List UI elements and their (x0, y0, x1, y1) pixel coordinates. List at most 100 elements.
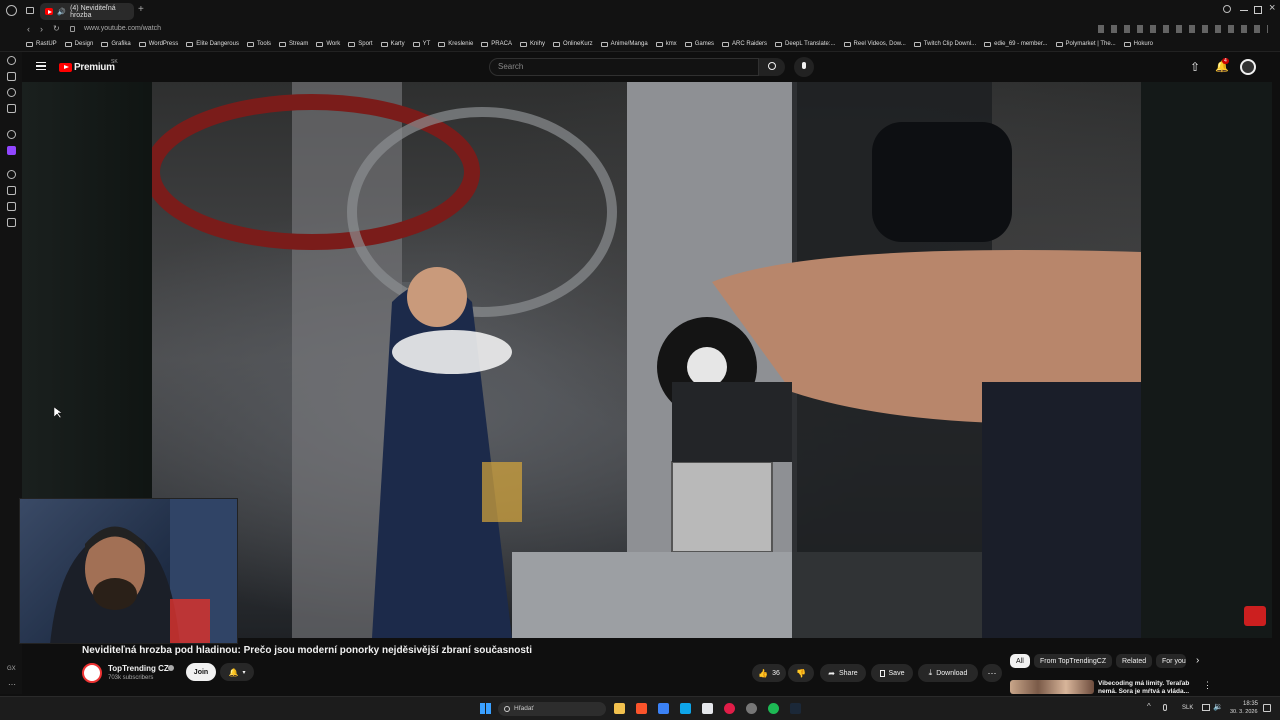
account-avatar[interactable] (1240, 59, 1256, 75)
more-icon[interactable]: ⋯ (8, 680, 16, 689)
app-icon-azure[interactable] (680, 703, 691, 714)
subscribe-watermark-icon[interactable] (1244, 606, 1266, 626)
bookmark-item[interactable]: Design (64, 41, 93, 47)
bookmark-item[interactable]: Tools (246, 41, 271, 47)
bookmark-item[interactable]: Hokuro (1123, 41, 1153, 47)
browser-tab-active[interactable]: 🔊 (4) Neviditeľná hrozba (40, 3, 134, 20)
box-icon[interactable] (7, 218, 16, 227)
map-icon[interactable] (7, 186, 16, 195)
volume-icon[interactable]: 🔉 (1213, 702, 1223, 711)
bookmark-item[interactable]: DeepL Translate:... (775, 41, 836, 47)
dislike-button[interactable]: 👎 (788, 664, 814, 682)
bookmark-item[interactable]: Games (684, 41, 714, 47)
close-window-button[interactable]: × (1269, 2, 1275, 14)
chatgpt-icon[interactable] (746, 703, 757, 714)
file-explorer-icon[interactable] (614, 703, 625, 714)
video-frame[interactable] (152, 82, 1141, 638)
bookmark-item[interactable]: Twitch Clip Downl... (913, 41, 976, 47)
chevron-down-icon: ▾ (242, 669, 246, 676)
channel-name[interactable]: TopTrending CZ (108, 664, 169, 673)
download-button[interactable]: ⤓ Download (918, 664, 978, 682)
network-icon[interactable] (1202, 704, 1210, 711)
chip-for-you[interactable]: For you (1156, 654, 1186, 668)
steam-icon[interactable] (790, 703, 801, 714)
bookmark-item[interactable]: Anime/Manga (600, 41, 648, 47)
chip-all[interactable]: All (1010, 654, 1030, 668)
bookmark-label: Reel Videos, Dow... (853, 41, 906, 47)
reload-icon[interactable]: ↻ (53, 24, 60, 33)
bookmark-item[interactable]: edie_69 - member... (984, 41, 1048, 47)
taskbar-search-input[interactable]: Hľadať (498, 702, 606, 716)
join-button[interactable]: Join (186, 663, 216, 681)
bookmark-item[interactable]: RastUP (26, 41, 57, 47)
chip-from-channel[interactable]: From TopTrendingCZ (1034, 654, 1113, 668)
clock-date[interactable]: 30. 3. 2026 (1230, 709, 1258, 715)
bookmark-label: Stream (289, 41, 309, 47)
bookmark-item[interactable]: Elite Dangerous (186, 41, 239, 47)
bookmark-item[interactable]: Grafika (101, 41, 131, 47)
share-button[interactable]: ➦ Share (820, 664, 866, 682)
back-arrow-icon[interactable]: ‹ (27, 24, 30, 34)
bookmark-item[interactable]: Polymarket | The... (1055, 41, 1116, 47)
maximize-button[interactable] (1254, 6, 1262, 14)
bookmark-item[interactable]: ARC Raiders (722, 41, 767, 47)
minimize-button[interactable] (1240, 10, 1248, 11)
messenger-icon[interactable] (7, 88, 16, 97)
paint-icon[interactable] (7, 202, 16, 211)
extensions-toolbar[interactable] (1098, 25, 1268, 33)
forward-arrow-icon[interactable]: › (40, 24, 43, 34)
browser-logo-icon[interactable] (6, 5, 17, 16)
create-upload-icon[interactable]: ⇧ (1190, 60, 1200, 74)
clock-time[interactable]: 18:35 (1243, 701, 1258, 707)
notification-center-icon[interactable] (1263, 704, 1271, 712)
language-indicator[interactable]: SLK (1182, 705, 1193, 711)
save-button[interactable]: Save (871, 664, 913, 682)
search-input[interactable]: Search (489, 58, 759, 76)
bookmark-item[interactable]: kmx (655, 41, 677, 47)
bookmark-item[interactable]: Reel Videos, Dow... (843, 41, 906, 47)
reco-thumbnail[interactable] (1010, 680, 1094, 694)
bookmark-item[interactable]: OnlineKurz (552, 41, 593, 47)
chips-next-chevron-icon[interactable]: › (1196, 655, 1199, 666)
voice-search-button[interactable] (794, 57, 814, 77)
bookmark-item[interactable]: WordPress (138, 41, 178, 47)
hamburger-menu-icon[interactable] (36, 62, 46, 70)
new-tab-button[interactable]: + (138, 4, 144, 15)
bookmark-item[interactable]: PRACA (481, 41, 512, 47)
bookmark-item[interactable]: YT (412, 41, 430, 47)
tray-mic-icon[interactable] (1163, 704, 1167, 711)
brave-browser-icon[interactable] (636, 703, 647, 714)
tray-chevron-icon[interactable]: ^ (1147, 702, 1151, 711)
window-search-icon[interactable] (1223, 5, 1231, 13)
app-icon-blue[interactable] (658, 703, 669, 714)
lock-icon (70, 26, 75, 32)
player-icon[interactable] (7, 104, 16, 113)
bookmark-item[interactable]: Stream (279, 41, 308, 47)
windows-start-icon[interactable] (480, 703, 491, 714)
url-field[interactable]: www.youtube.com/watch (84, 25, 161, 32)
reco-menu-icon[interactable]: ⋮ (1203, 680, 1212, 691)
more-actions-button[interactable]: ⋯ (982, 664, 1002, 682)
channel-avatar[interactable] (82, 663, 102, 683)
home-icon[interactable] (7, 56, 16, 65)
gx-label: GX (7, 666, 16, 672)
tabs-menu-icon[interactable] (26, 7, 34, 14)
twitch-icon[interactable] (7, 146, 16, 155)
opera-gx-icon[interactable] (724, 703, 735, 714)
reco-title[interactable]: Vibecoding má limity. Teraľab nemá. Sora… (1098, 680, 1196, 694)
bookmark-item[interactable]: Kreslenie (438, 41, 473, 47)
search-button[interactable] (759, 58, 785, 76)
chip-related[interactable]: Related (1116, 654, 1153, 668)
bookmark-item[interactable]: Karty (380, 41, 405, 47)
bookmark-item[interactable]: Sport (348, 41, 373, 47)
subscribed-bell-button[interactable]: 🔔 ▾ (220, 663, 254, 681)
like-button[interactable]: 👍 36 (752, 664, 786, 682)
extension-icon[interactable] (7, 72, 16, 81)
settings-icon[interactable] (7, 130, 16, 139)
youtube-logo-icon[interactable] (59, 63, 72, 72)
spotify-icon[interactable] (768, 703, 779, 714)
clock-icon[interactable] (7, 170, 16, 179)
bookmark-item[interactable]: Work (316, 41, 340, 47)
calendar-icon[interactable] (702, 703, 713, 714)
bookmark-item[interactable]: Knihy (519, 41, 545, 47)
